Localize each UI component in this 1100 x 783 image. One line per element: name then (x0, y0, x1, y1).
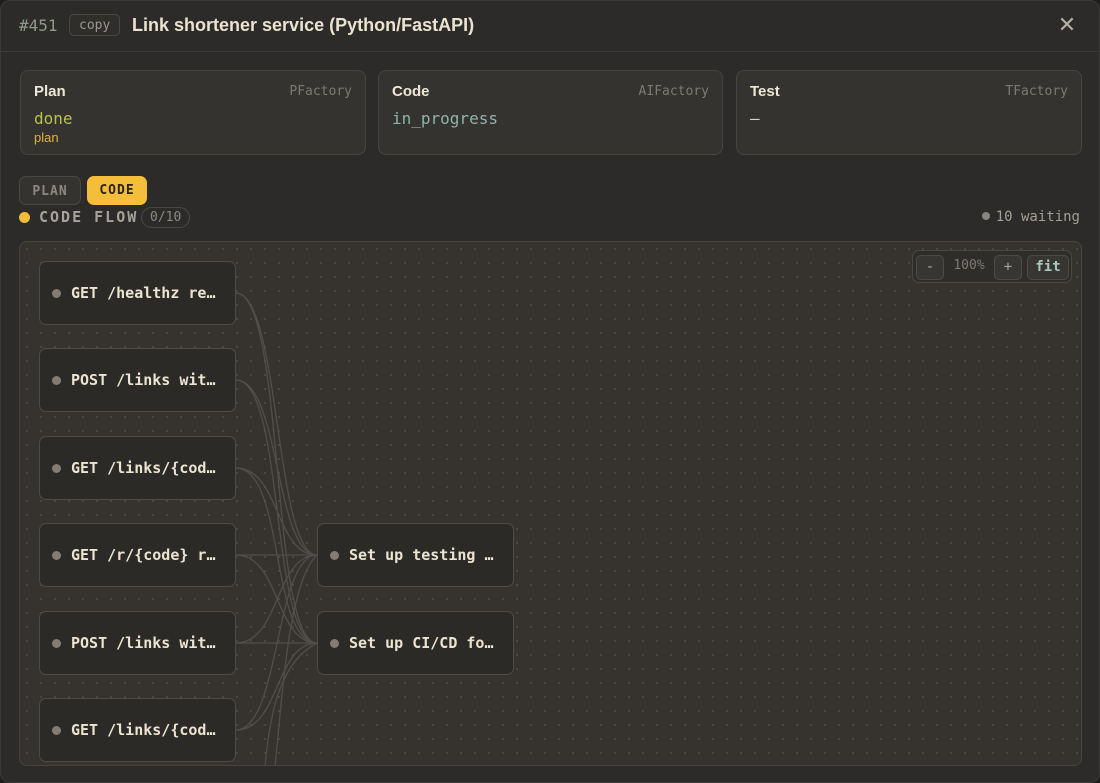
flow-edge (235, 292, 318, 644)
copy-button[interactable]: copy (69, 14, 121, 36)
flow-edge (235, 467, 318, 556)
node-label: GET /healthz re… (71, 284, 216, 302)
stage-card-code: Code AIFactory in_progress (378, 70, 723, 155)
stage-card-test: Test TFactory — (736, 70, 1082, 155)
node-status-dot (52, 726, 61, 735)
waiting-status: 10 waiting (981, 209, 1080, 225)
node-status-dot (330, 639, 339, 648)
waiting-dot (981, 212, 990, 220)
stage-name: Test (750, 83, 780, 100)
stage-factory: AIFactory (638, 84, 709, 99)
close-icon[interactable]: ✕ (1057, 13, 1077, 37)
tab-code[interactable]: CODE (87, 176, 147, 205)
node-label: POST /links wit… (71, 371, 216, 389)
node-status-dot (52, 464, 61, 473)
flow-edge (235, 554, 318, 644)
zoom-in-button[interactable]: + (994, 255, 1022, 280)
node-status-dot (52, 376, 61, 385)
node-status-dot (330, 551, 339, 560)
zoom-controls: - 100% + fit (912, 250, 1072, 283)
flow-node[interactable]: GET /healthz re… (39, 261, 236, 325)
stage-name: Code (392, 83, 430, 100)
stage-status: in_progress (392, 109, 498, 128)
flow-node[interactable]: GET /links/{cod… (39, 436, 236, 500)
zoom-out-button[interactable]: - (916, 255, 944, 280)
stage-status: — (750, 109, 760, 128)
fit-button[interactable]: fit (1027, 255, 1069, 280)
flow-edge (235, 554, 318, 644)
issue-modal: #451 copy Link shortener service (Python… (0, 0, 1100, 783)
flow-node[interactable]: GET /r/{code} r… (39, 523, 236, 587)
flow-node[interactable]: Set up testing … (317, 523, 514, 587)
zoom-level: 100% (953, 258, 985, 273)
node-status-dot (52, 551, 61, 560)
node-label: Set up CI/CD fo… (349, 634, 494, 652)
flow-status-dot (19, 212, 30, 223)
stage-card-plan: Plan PFactory done plan (20, 70, 366, 155)
flow-node[interactable]: POST /links wit… (39, 611, 236, 675)
stage-substatus: plan (34, 130, 59, 145)
node-label: GET /links/{cod… (71, 721, 216, 739)
stage-status: done (34, 109, 73, 128)
flow-progress-badge: 0/10 (141, 207, 191, 228)
flow-title: CODE FLOW (39, 208, 139, 226)
waiting-text: 10 waiting (995, 209, 1080, 225)
stage-factory: TFactory (1005, 84, 1068, 99)
flow-edge (235, 379, 318, 556)
node-label: Set up testing … (349, 546, 494, 564)
stage-name: Plan (34, 83, 66, 100)
tab-plan[interactable]: PLAN (19, 176, 81, 205)
node-label: GET /r/{code} r… (71, 546, 216, 564)
modal-header: #451 copy Link shortener service (Python… (1, 1, 1099, 52)
node-label: POST /links wit… (71, 634, 216, 652)
issue-id: #451 (19, 16, 58, 35)
flow-edge (235, 642, 318, 731)
page-title: Link shortener service (Python/FastAPI) (132, 15, 475, 35)
stage-factory: PFactory (289, 84, 352, 99)
flow-edge (235, 292, 318, 556)
flow-node[interactable]: POST /links wit… (39, 348, 236, 412)
flow-node[interactable]: Set up CI/CD fo… (317, 611, 514, 675)
flow-canvas[interactable]: - 100% + fit GET /healthz re… POST /link… (19, 241, 1082, 766)
node-status-dot (52, 289, 61, 298)
node-label: GET /links/{cod… (71, 459, 216, 477)
flow-node[interactable]: GET /links/{cod… (39, 698, 236, 762)
node-status-dot (52, 639, 61, 648)
